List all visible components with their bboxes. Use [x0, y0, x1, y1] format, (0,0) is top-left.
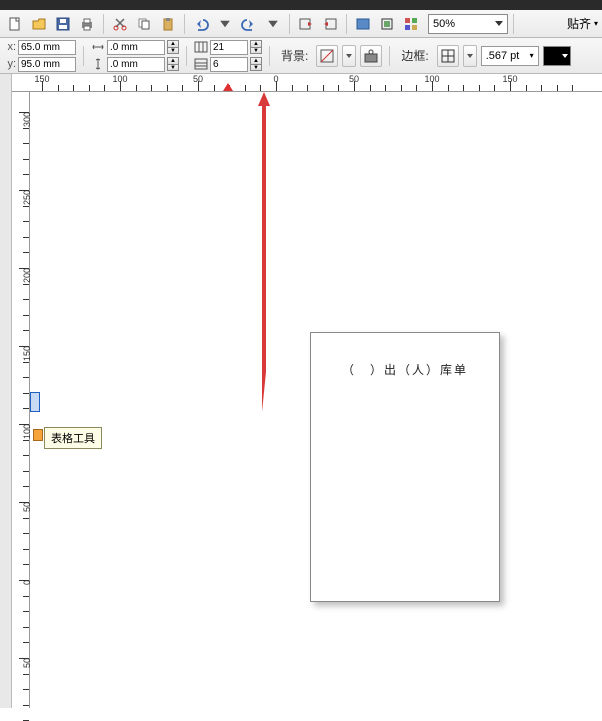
position-group: x: y: [4, 40, 76, 72]
workspace: 15010050050100150 30025020015010050050 （… [0, 74, 602, 708]
export-button[interactable] [319, 13, 341, 35]
border-width-value: .567 pt [486, 50, 520, 62]
border-style-dropdown[interactable] [463, 45, 477, 67]
new-button[interactable] [4, 13, 26, 35]
border-label: 边框: [401, 47, 428, 64]
undo-dropdown[interactable] [214, 13, 236, 35]
columns-spinner[interactable]: ▲▼ [250, 40, 262, 54]
divider [513, 14, 514, 34]
ruler-horizontal[interactable]: 15010050050100150 [12, 74, 602, 92]
border-width-select[interactable]: .567 pt ▾ [481, 46, 539, 66]
border-color-swatch[interactable] [543, 46, 571, 66]
x-label: x: [4, 41, 16, 53]
chevron-down-icon [562, 54, 568, 58]
copy-button[interactable] [133, 13, 155, 35]
canvas[interactable]: （ ）出（人）库单 表格工具 [30, 92, 602, 708]
property-bar: x: y: ▲▼ ▲▼ ▲▼ ▲▼ 背 [0, 38, 602, 74]
background-none-button[interactable] [316, 45, 338, 67]
tool-tooltip: 表格工具 [44, 427, 102, 449]
divider [184, 14, 185, 34]
y-input[interactable] [18, 57, 76, 72]
open-button[interactable] [28, 13, 50, 35]
divider [103, 14, 104, 34]
document-heading: （ ）出（人）库单 [311, 361, 499, 378]
import-button[interactable] [295, 13, 317, 35]
fullscreen-button[interactable] [352, 13, 374, 35]
rows-spinner[interactable]: ▲▼ [250, 57, 262, 71]
columns-input[interactable] [210, 40, 248, 55]
rows-input[interactable] [210, 57, 248, 72]
save-button[interactable] [52, 13, 74, 35]
titlebar-dark [0, 0, 602, 10]
x-input[interactable] [18, 40, 76, 55]
grid-group: ▲▼ ▲▼ [194, 40, 262, 72]
layers-button[interactable] [376, 13, 398, 35]
background-dropdown[interactable] [342, 45, 356, 67]
cut-button[interactable] [109, 13, 131, 35]
columns-icon [194, 40, 208, 54]
main-toolbar: 50% 贴齐 ▾ [0, 10, 602, 38]
height-spinner[interactable]: ▲▼ [167, 57, 179, 71]
snap-menu[interactable]: 贴齐 ▾ [567, 15, 598, 32]
tool-highlight [30, 392, 40, 412]
paste-button[interactable] [157, 13, 179, 35]
y-label: y: [4, 58, 16, 70]
tooltip-handle-icon [33, 429, 43, 441]
divider [186, 46, 187, 66]
ruler-vertical[interactable]: 30025020015010050050 [12, 92, 30, 708]
height-icon [91, 57, 105, 71]
print-button[interactable] [76, 13, 98, 35]
height-input[interactable] [107, 57, 165, 72]
zoom-value: 50% [433, 18, 455, 30]
app-launcher-button[interactable] [400, 13, 422, 35]
toolbox-panel[interactable] [0, 74, 12, 708]
rows-icon [194, 57, 208, 71]
background-label: 背景: [281, 47, 308, 64]
divider [83, 46, 84, 66]
annotation-arrow [244, 92, 284, 412]
redo-button[interactable] [238, 13, 260, 35]
width-spinner[interactable]: ▲▼ [167, 40, 179, 54]
divider [389, 46, 390, 66]
divider [346, 14, 347, 34]
snap-label: 贴齐 [567, 15, 591, 32]
width-input[interactable] [107, 40, 165, 55]
divider [269, 46, 270, 66]
document-page[interactable]: （ ）出（人）库单 [310, 332, 500, 602]
zoom-select[interactable]: 50% [428, 14, 508, 34]
edit-fill-button[interactable] [360, 45, 382, 67]
width-icon [91, 40, 105, 54]
undo-button[interactable] [190, 13, 212, 35]
divider [289, 14, 290, 34]
chevron-down-icon [495, 21, 503, 26]
border-style-button[interactable] [437, 45, 459, 67]
redo-dropdown[interactable] [262, 13, 284, 35]
size-group: ▲▼ ▲▼ [91, 40, 179, 72]
